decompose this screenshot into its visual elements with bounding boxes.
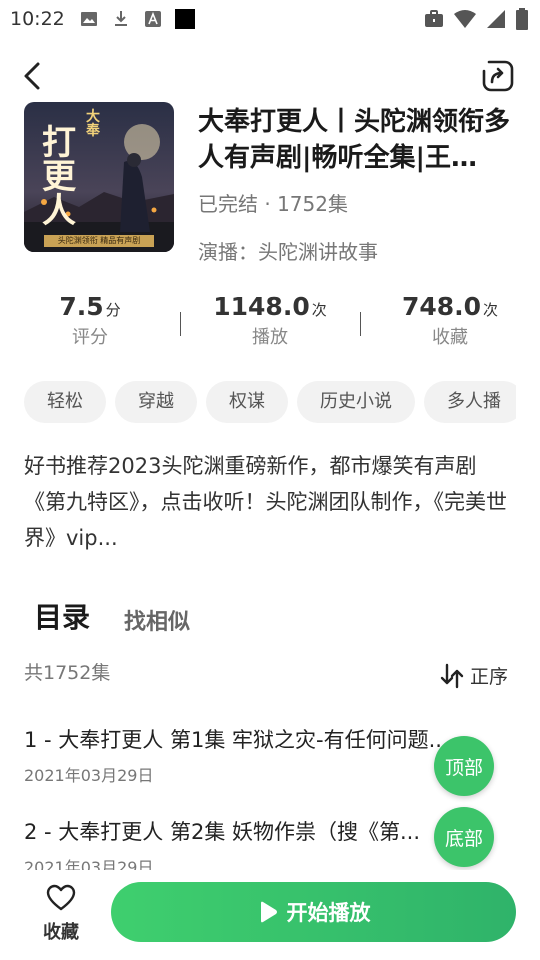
stat-plays-unit: 次: [311, 301, 327, 319]
stat-rating-label: 评分: [72, 327, 108, 348]
book-title: 大奉打更人丨头陀渊领衔多人有声剧|畅听全集|王…: [198, 107, 511, 173]
tag-chip[interactable]: 历史小说: [297, 381, 415, 423]
sort-label: 正序: [470, 666, 509, 688]
book-cover[interactable]: 大奉 打更人 头陀渊领衔 精品有声剧: [24, 102, 174, 252]
image-icon: [79, 9, 99, 29]
tag-chip[interactable]: 穿越: [115, 381, 197, 423]
cover-corner-text: 大奉: [86, 109, 100, 139]
scroll-bottom-button[interactable]: 底部: [434, 807, 494, 867]
sort-arrows-icon: [440, 663, 464, 688]
stat-favorites-label: 收藏: [432, 327, 468, 348]
share-button[interactable]: [480, 58, 516, 94]
status-time: 10:22: [10, 8, 65, 30]
stats-row: 7.5 分 评分 1148.0 次 播放 748.0 次 收藏: [0, 292, 540, 356]
cover-banner: 头陀渊领衔 精品有声剧: [57, 236, 141, 245]
battery-icon: [516, 8, 528, 34]
episode-count: 共1752集: [24, 662, 111, 684]
start-play-label: 开始播放: [286, 901, 371, 925]
favorite-button[interactable]: 收藏: [30, 884, 92, 944]
stat-plays: 1148.0 次 播放: [180, 292, 360, 349]
status-bar: 10:22: [0, 0, 540, 38]
tab-similar[interactable]: 找相似: [124, 604, 190, 636]
tag-chip[interactable]: 多人播: [424, 381, 516, 423]
cover-big-text: 打更人: [42, 123, 76, 231]
bottom-bar: 收藏 开始播放: [0, 870, 540, 960]
download-icon: [111, 9, 131, 29]
tag-list: 轻松 穿越 权谋 历史小说 多人播: [24, 381, 516, 423]
play-icon: [257, 900, 279, 924]
sort-button[interactable]: 正序: [440, 662, 508, 689]
favorite-label: 收藏: [43, 922, 79, 943]
stat-favorites-value: 748.0: [401, 292, 482, 321]
stat-plays-label: 播放: [252, 327, 288, 348]
stat-rating-value: 7.5: [59, 292, 104, 321]
stat-favorites: 748.0 次 收藏: [360, 292, 540, 349]
heart-icon: [46, 884, 76, 911]
briefcase-icon: [424, 9, 444, 33]
book-narrator[interactable]: 演播：头陀渊讲故事: [198, 236, 378, 265]
tag-chip[interactable]: 轻松: [24, 381, 106, 423]
wifi-icon: [454, 9, 476, 33]
share-icon: [482, 60, 514, 92]
back-button[interactable]: [20, 58, 52, 94]
status-right: [424, 8, 528, 34]
tag-chip[interactable]: 权谋: [206, 381, 288, 423]
black-square-icon: [174, 9, 195, 29]
stat-plays-value: 1148.0: [213, 292, 310, 321]
stat-rating: 7.5 分 评分: [0, 292, 180, 349]
stat-favorites-unit: 次: [483, 301, 499, 319]
scroll-top-button[interactable]: 顶部: [434, 736, 494, 796]
tab-catalog[interactable]: 目录: [34, 596, 90, 636]
stat-rating-unit: 分: [105, 301, 121, 319]
book-description[interactable]: 好书推荐2023头陀渊重磅新作，都市爆笑有声剧《第九特区》，点击收听！头陀渊团队…: [24, 448, 516, 556]
book-status: 已完结 · 1752集: [198, 192, 348, 216]
back-arrow-icon: [24, 62, 40, 90]
signal-icon: [486, 9, 506, 33]
a-box-icon: [143, 9, 163, 29]
start-play-button[interactable]: 开始播放: [111, 882, 516, 942]
